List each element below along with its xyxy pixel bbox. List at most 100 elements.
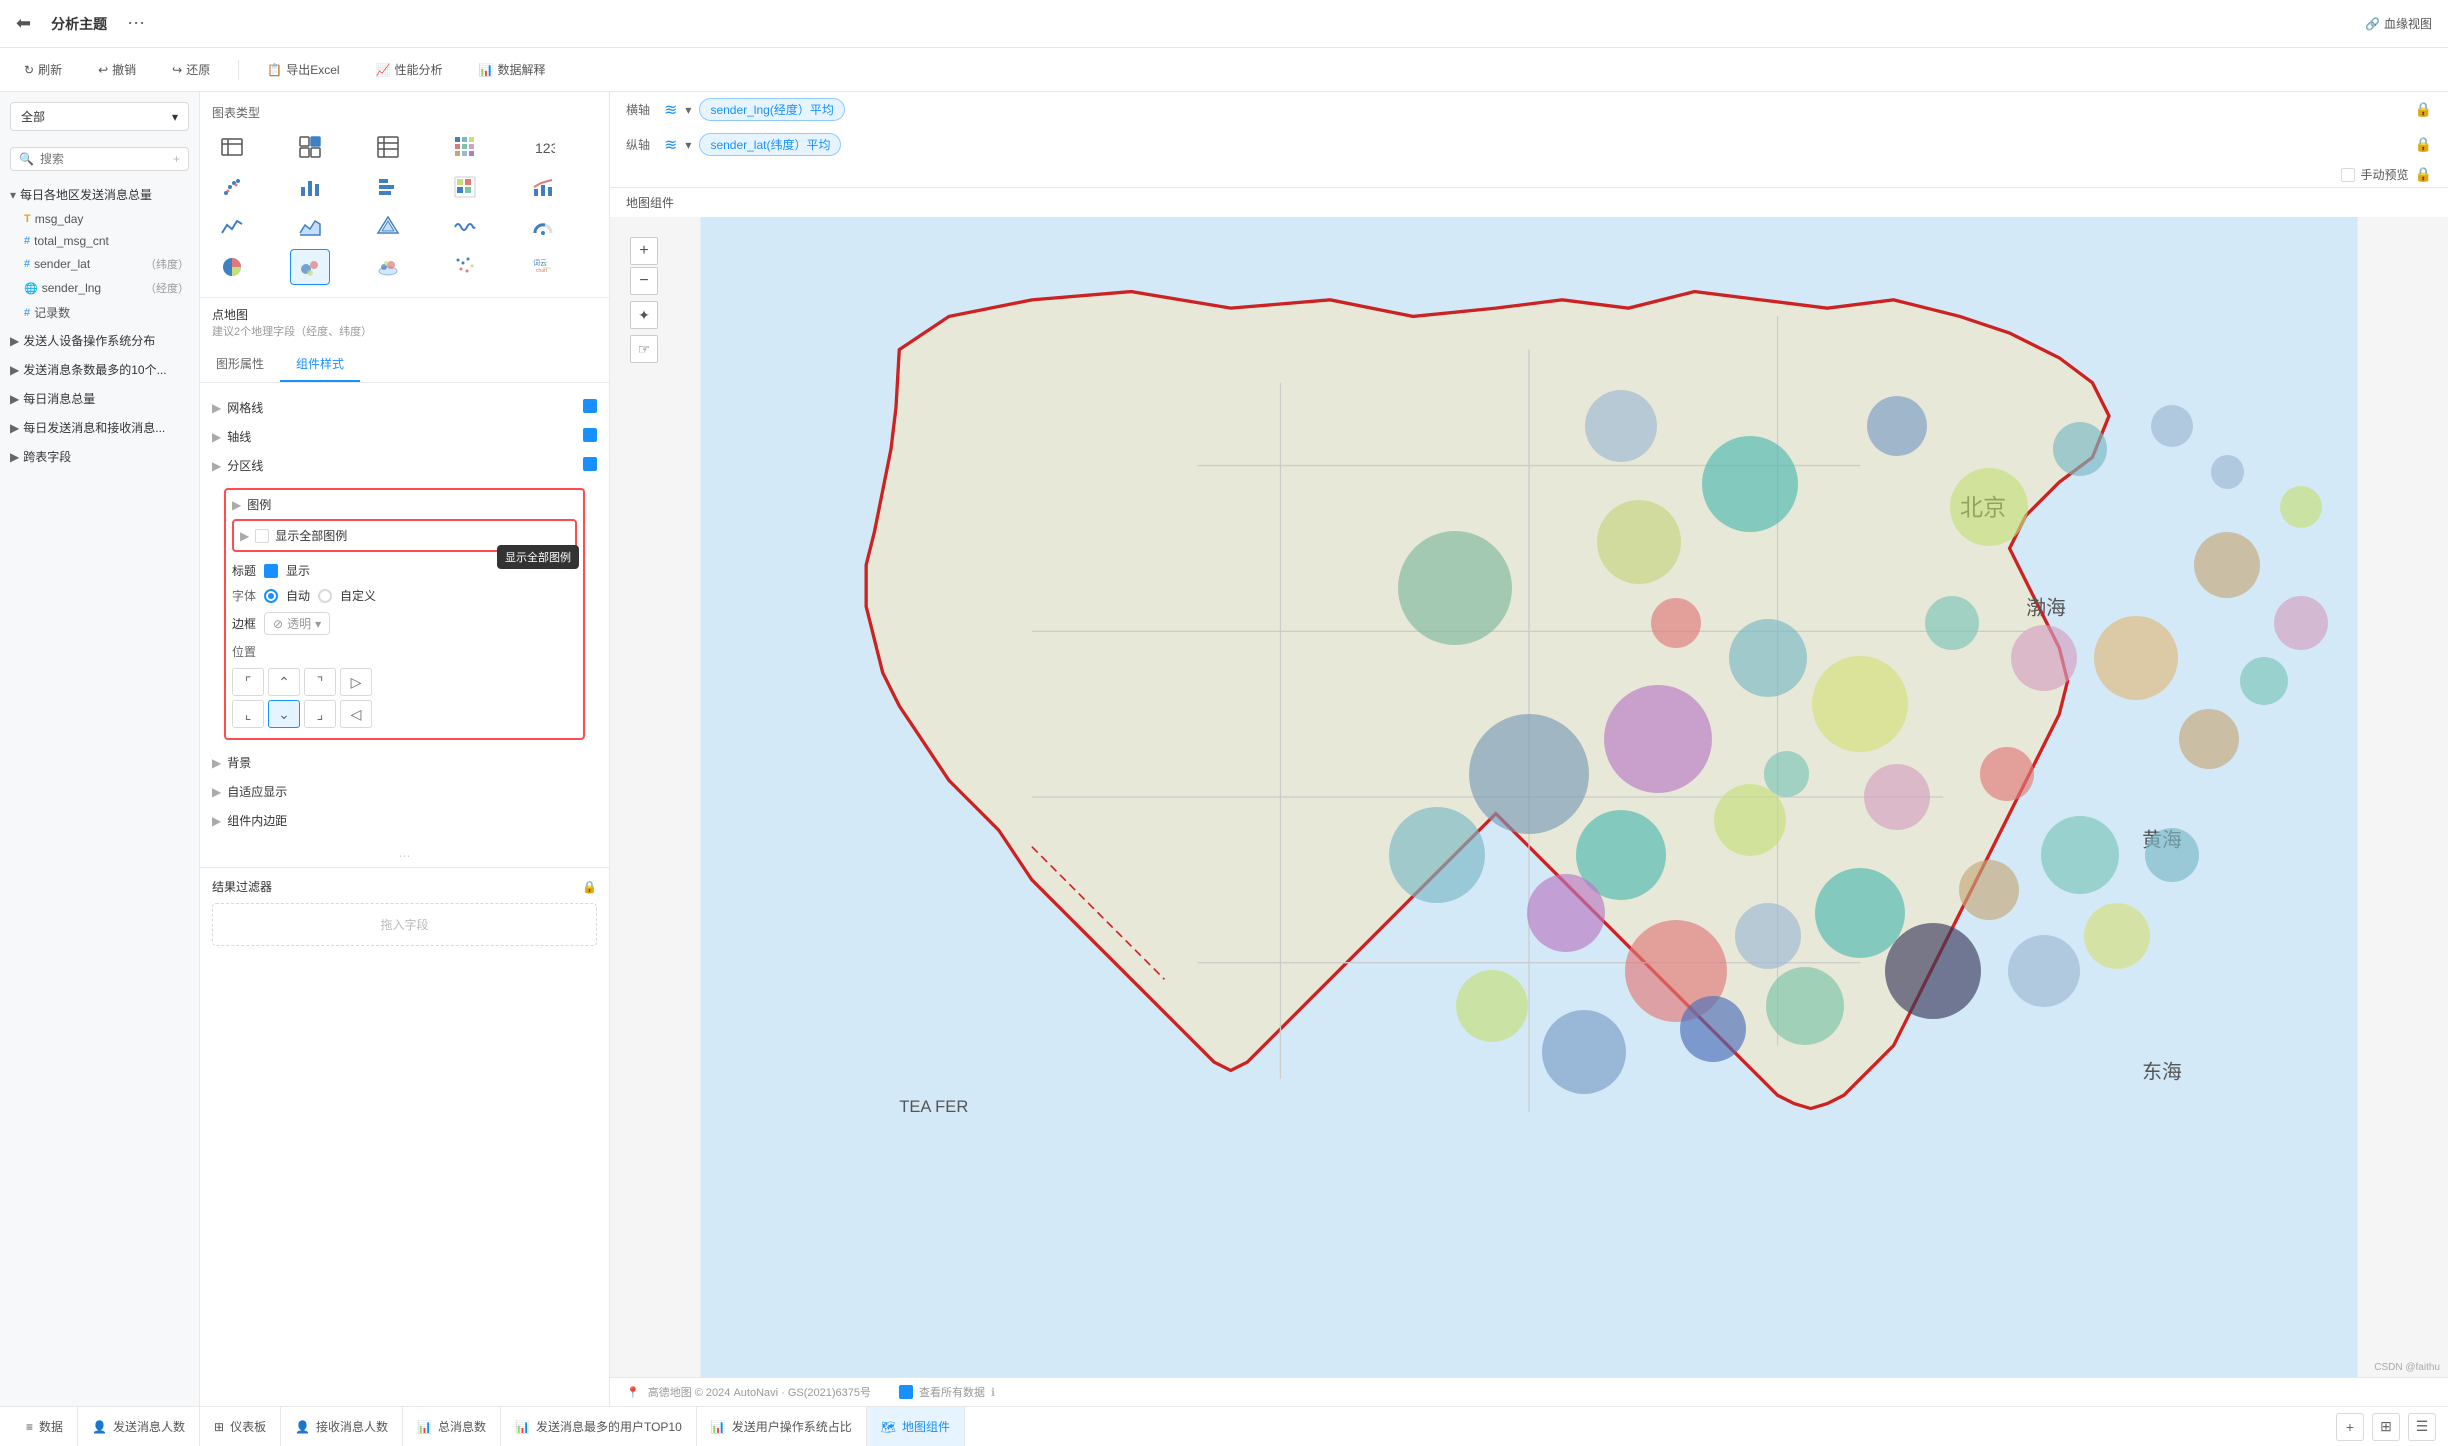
- style-adaptive[interactable]: ▶ 自适应显示: [212, 777, 597, 806]
- zoom-out-btn[interactable]: −: [630, 267, 658, 295]
- chart-radar[interactable]: [368, 209, 408, 245]
- chevron-down-icon[interactable]: ▾: [685, 138, 691, 152]
- pos-top-center[interactable]: ⌃: [268, 668, 300, 696]
- tree-group-header-daily-total[interactable]: ▶ 每日消息总量: [0, 385, 199, 412]
- style-background[interactable]: ▶ 背景: [212, 748, 597, 777]
- tree-item-sender-lat[interactable]: # sender_lat （纬度）: [0, 252, 199, 276]
- view-all-checkbox[interactable]: [899, 1385, 913, 1399]
- chart-line[interactable]: [212, 209, 252, 245]
- pos-top-left[interactable]: ⌜: [232, 668, 264, 696]
- redo-btn[interactable]: ↪ 还原: [164, 57, 218, 82]
- chart-heatmap[interactable]: [445, 169, 485, 205]
- chart-number[interactable]: 123: [523, 129, 563, 165]
- tree-group-header-device[interactable]: ▶ 发送人设备操作系统分布: [0, 327, 199, 354]
- drag-handle-center[interactable]: ⋯: [200, 845, 609, 867]
- font-custom-radio[interactable]: [318, 589, 332, 603]
- chart-table[interactable]: [212, 129, 252, 165]
- category-select[interactable]: 全部 ▾: [10, 102, 189, 131]
- chart-color-grid[interactable]: [445, 129, 485, 165]
- tab-component-style[interactable]: 组件样式: [280, 347, 360, 382]
- export-btn[interactable]: 📋 导出Excel: [259, 57, 347, 82]
- cursor-btn[interactable]: ✦: [630, 301, 658, 329]
- lineage-view-btn[interactable]: 🔗 血缘视图: [2365, 15, 2432, 32]
- tree-group-header-top10[interactable]: ▶ 发送消息条数最多的10个...: [0, 356, 199, 383]
- title-checkbox[interactable]: [264, 564, 278, 578]
- pos-middle-left[interactable]: ◁: [340, 700, 372, 728]
- more-icon[interactable]: ⋯: [127, 13, 145, 34]
- chart-pivot[interactable]: [290, 129, 330, 165]
- hand-btn[interactable]: ☞: [630, 335, 658, 363]
- region-line-checkbox[interactable]: [583, 457, 597, 474]
- chart-map-point[interactable]: [368, 249, 408, 285]
- bottom-tab-dashboard[interactable]: ⊞ 仪表板: [200, 1407, 281, 1446]
- manual-preview-lock[interactable]: 🔒: [2415, 166, 2432, 183]
- bottom-tab-map[interactable]: 🗺 地图组件: [867, 1407, 965, 1446]
- pos-bottom-left[interactable]: ⌞: [232, 700, 264, 728]
- search-input[interactable]: [40, 152, 167, 166]
- filter-drop-area[interactable]: 拖入字段: [212, 903, 597, 946]
- tree-group-header-send-recv[interactable]: ▶ 每日发送消息和接收消息...: [0, 414, 199, 441]
- chart-area[interactable]: [290, 209, 330, 245]
- bottom-tab-os-ratio[interactable]: 📊 发送用户操作系统占比: [697, 1407, 867, 1446]
- show-all-legend-checkbox[interactable]: [255, 529, 269, 543]
- chevron-down-icon[interactable]: ▾: [685, 103, 691, 117]
- bottom-tab-top10[interactable]: 📊 发送消息最多的用户TOP10: [501, 1407, 697, 1446]
- data-explain-btn[interactable]: 📊 数据解释: [471, 57, 554, 82]
- border-select[interactable]: ⊘ 透明 ▾: [264, 612, 330, 635]
- manual-preview-checkbox[interactable]: [2341, 168, 2355, 182]
- bottom-list-btn[interactable]: ☰: [2408, 1413, 2436, 1441]
- add-icon[interactable]: +: [173, 152, 180, 166]
- tree-item-records[interactable]: # 记录数: [0, 300, 199, 325]
- style-grid-line[interactable]: ▶ 网格线: [212, 393, 597, 422]
- refresh-btn[interactable]: ↻ 刷新: [16, 57, 70, 82]
- font-auto-radio[interactable]: [264, 589, 278, 603]
- pos-top-right[interactable]: ⌝: [304, 668, 336, 696]
- tree-item-total-msg-cnt[interactable]: # total_msg_cnt: [0, 230, 199, 252]
- tree-group-header-daily[interactable]: ▾ 每日各地区发送消息总量: [0, 181, 199, 208]
- chart-pie[interactable]: [212, 249, 252, 285]
- x-axis-lock[interactable]: 🔒: [2415, 101, 2432, 118]
- zoom-in-btn[interactable]: +: [630, 237, 658, 265]
- style-axis-line[interactable]: ▶ 轴线: [212, 422, 597, 451]
- bottom-add-btn[interactable]: +: [2336, 1413, 2364, 1441]
- bottom-grid-btn[interactable]: ⊞: [2372, 1413, 2400, 1441]
- chart-bar-h[interactable]: [368, 169, 408, 205]
- axis-line-checkbox[interactable]: [583, 428, 597, 445]
- chart-scatter[interactable]: [212, 169, 252, 205]
- tree-item-msg-day[interactable]: T msg_day: [0, 208, 199, 230]
- tree-item-sender-lng[interactable]: 🌐 sender_lng （经度）: [0, 276, 199, 300]
- search-bar[interactable]: 🔍 +: [10, 147, 189, 171]
- tab-top10-icon: 📊: [515, 1420, 530, 1434]
- pos-middle-right[interactable]: ▷: [340, 668, 372, 696]
- chart-cross[interactable]: [368, 129, 408, 165]
- chart-bar-v[interactable]: [290, 169, 330, 205]
- chart-wordcloud[interactable]: 词云chartdata: [523, 249, 563, 285]
- style-padding[interactable]: ▶ 组件内边距: [212, 806, 597, 835]
- filter-lock-icon[interactable]: 🔒: [582, 880, 597, 894]
- info-icon[interactable]: ℹ: [991, 1386, 995, 1399]
- tree-group-header-cross[interactable]: ▶ 跨表字段: [0, 443, 199, 470]
- perf-btn[interactable]: 📈 性能分析: [368, 57, 451, 82]
- style-region-line[interactable]: ▶ 分区线: [212, 451, 597, 480]
- y-axis-lock[interactable]: 🔒: [2415, 136, 2432, 153]
- chart-gauge[interactable]: [523, 209, 563, 245]
- y-axis-field[interactable]: sender_lat(纬度）平均: [699, 133, 841, 156]
- bottom-tab-recv-count[interactable]: 👤 接收消息人数: [281, 1407, 403, 1446]
- pos-bottom-right[interactable]: ⌟: [304, 700, 336, 728]
- chart-bubble[interactable]: [290, 249, 330, 285]
- chart-wave[interactable]: [445, 209, 485, 245]
- field-badge-lng: （经度）: [145, 280, 189, 296]
- chart-dotplot[interactable]: [445, 249, 485, 285]
- legend-header[interactable]: ▶ 图例: [232, 496, 577, 513]
- x-axis-field[interactable]: sender_lng(经度）平均: [699, 98, 844, 121]
- bottom-tab-send-count[interactable]: 👤 发送消息人数: [78, 1407, 200, 1446]
- tab-total-msg-label: 总消息数: [438, 1418, 486, 1435]
- tab-chart-props[interactable]: 图形属性: [200, 347, 280, 382]
- back-icon[interactable]: ⬅: [16, 13, 31, 34]
- pos-bottom-center[interactable]: ⌄: [268, 700, 300, 728]
- bottom-tab-data[interactable]: ≡ 数据: [12, 1407, 78, 1446]
- bottom-tab-total-msg[interactable]: 📊 总消息数: [403, 1407, 501, 1446]
- chart-bar-line[interactable]: [523, 169, 563, 205]
- undo-btn[interactable]: ↩ 撤销: [90, 57, 144, 82]
- grid-line-checkbox[interactable]: [583, 399, 597, 416]
